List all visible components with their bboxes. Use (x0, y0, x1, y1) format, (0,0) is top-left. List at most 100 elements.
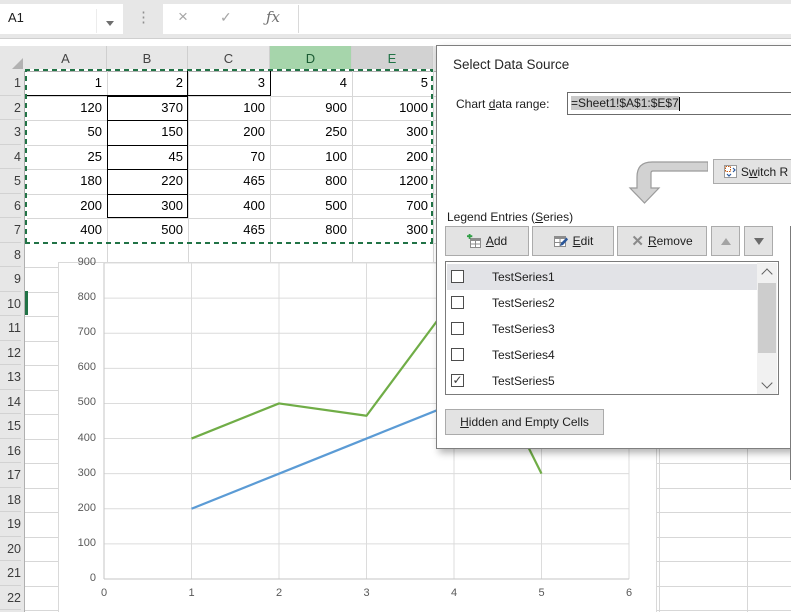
cell[interactable]: 465 (188, 218, 269, 243)
x-tick-label: 4 (439, 587, 469, 599)
cell[interactable]: 100 (188, 96, 269, 121)
cell[interactable]: 120 (25, 96, 106, 121)
cell[interactable]: 400 (25, 218, 106, 243)
cell[interactable]: 1200 (352, 169, 432, 194)
name-box-dropdown-icon[interactable] (106, 21, 114, 26)
remove-button-label: Remove (648, 234, 693, 248)
cell[interactable]: 25 (25, 145, 106, 170)
cell[interactable]: 200 (25, 194, 106, 219)
marching-ants-border (431, 69, 433, 243)
hidden-empty-cells-button[interactable]: Hidden and Empty Cells (445, 409, 604, 435)
cell[interactable]: 500 (107, 218, 187, 243)
row-header-8[interactable]: 8 (0, 243, 21, 268)
cell[interactable]: 2 (107, 71, 187, 96)
formula-panel: × ✓ ƒx (163, 4, 791, 34)
edit-button-label: Edit (573, 234, 594, 248)
column-header-E[interactable]: E (352, 46, 433, 71)
y-tick-label: 400 (59, 432, 96, 444)
chart-data-range-label: Chart data range: (456, 97, 549, 111)
add-button-label: Add (486, 234, 507, 248)
column-header-C[interactable]: C (188, 46, 270, 71)
row-header-7[interactable]: 7 (0, 218, 21, 243)
series-list-item[interactable]: TestSeries2 (447, 290, 757, 316)
column-header-D[interactable]: D (270, 46, 352, 71)
cell[interactable]: 900 (270, 96, 351, 121)
select-all-icon (12, 58, 23, 69)
row-header-21[interactable]: 21 (0, 561, 21, 586)
row-header-12[interactable]: 12 (0, 341, 21, 366)
cell[interactable]: 500 (270, 194, 351, 219)
cancel-icon[interactable]: × (178, 7, 188, 27)
remove-icon: ✕ (631, 232, 644, 250)
select-all-button[interactable] (0, 46, 26, 72)
row-header-2[interactable]: 2 (0, 96, 21, 121)
cell[interactable]: 200 (188, 120, 269, 145)
cell[interactable]: 4 (270, 71, 351, 96)
row-header-19[interactable]: 19 (0, 512, 21, 537)
series-list-item[interactable]: TestSeries3 (447, 316, 757, 342)
cell[interactable]: 1 (25, 71, 106, 96)
cell[interactable]: 300 (352, 120, 432, 145)
enter-icon[interactable]: ✓ (220, 9, 232, 26)
formula-divider (298, 5, 299, 33)
scrollbar-thumb[interactable] (758, 283, 776, 353)
cell[interactable]: 800 (270, 169, 351, 194)
row-header-5[interactable]: 5 (0, 169, 21, 194)
cell[interactable]: 400 (188, 194, 269, 219)
edit-series-button[interactable]: Edit (532, 226, 614, 256)
row-header-14[interactable]: 14 (0, 390, 21, 415)
row-header-18[interactable]: 18 (0, 488, 21, 513)
row-header-17[interactable]: 17 (0, 463, 21, 488)
cell[interactable]: 70 (188, 145, 269, 170)
cell[interactable]: 100 (270, 145, 351, 170)
row-header-16[interactable]: 16 (0, 439, 21, 464)
row-header-1[interactable]: 1 (0, 71, 21, 96)
cell[interactable]: 1000 (352, 96, 432, 121)
checkbox-unchecked[interactable] (451, 348, 464, 361)
column-header-A[interactable]: A (25, 46, 107, 71)
column-header-B[interactable]: B (107, 46, 188, 71)
series-list-item[interactable]: TestSeries1 (447, 264, 757, 290)
series-list-item[interactable]: ✓TestSeries5 (447, 368, 757, 394)
more-options-icon[interactable]: ⋮ (136, 8, 151, 26)
checkbox-checked[interactable]: ✓ (451, 374, 464, 387)
row-header-11[interactable]: 11 (0, 316, 21, 341)
cell[interactable]: 300 (352, 218, 432, 243)
add-series-button[interactable]: Add (445, 226, 529, 256)
cell[interactable]: 3 (188, 71, 269, 96)
cell[interactable]: 800 (270, 218, 351, 243)
cell[interactable]: 200 (352, 145, 432, 170)
move-series-down-button[interactable] (744, 226, 773, 256)
cell[interactable]: 700 (352, 194, 432, 219)
switch-row-column-button[interactable]: Switch R (713, 159, 791, 184)
checkbox-unchecked[interactable] (451, 270, 464, 283)
row-header-3[interactable]: 3 (0, 120, 21, 145)
scroll-down-button[interactable] (757, 376, 777, 394)
series-list-item[interactable]: TestSeries4 (447, 342, 757, 368)
row-header-13[interactable]: 13 (0, 365, 21, 390)
row-header-20[interactable]: 20 (0, 537, 21, 562)
chart-data-range-input[interactable]: =Sheet1!$A$1:$E$7 (567, 92, 791, 115)
x-tick-label: 5 (527, 587, 557, 599)
row-header-4[interactable]: 4 (0, 145, 21, 170)
move-series-up-button[interactable] (711, 226, 740, 256)
row-header-6[interactable]: 6 (0, 194, 21, 219)
cell-border-box (107, 96, 188, 219)
row-header-15[interactable]: 15 (0, 414, 21, 439)
insert-function-icon[interactable]: ƒx (266, 8, 280, 26)
cell[interactable]: 180 (25, 169, 106, 194)
row-header-10[interactable]: 10 (0, 292, 21, 317)
cell[interactable]: 5 (352, 71, 432, 96)
name-box[interactable]: A1 (0, 4, 123, 34)
scroll-up-button[interactable] (757, 263, 777, 281)
cell[interactable]: 50 (25, 120, 106, 145)
remove-series-button[interactable]: ✕ Remove (617, 226, 707, 256)
row-header-22[interactable]: 22 (0, 586, 21, 611)
checkbox-unchecked[interactable] (451, 296, 464, 309)
row-header-9[interactable]: 9 (0, 267, 21, 292)
checkbox-unchecked[interactable] (451, 322, 464, 335)
listbox-scrollbar[interactable] (757, 263, 777, 394)
cell[interactable]: 250 (270, 120, 351, 145)
cell[interactable]: 465 (188, 169, 269, 194)
scroll-down-icon (761, 377, 772, 388)
